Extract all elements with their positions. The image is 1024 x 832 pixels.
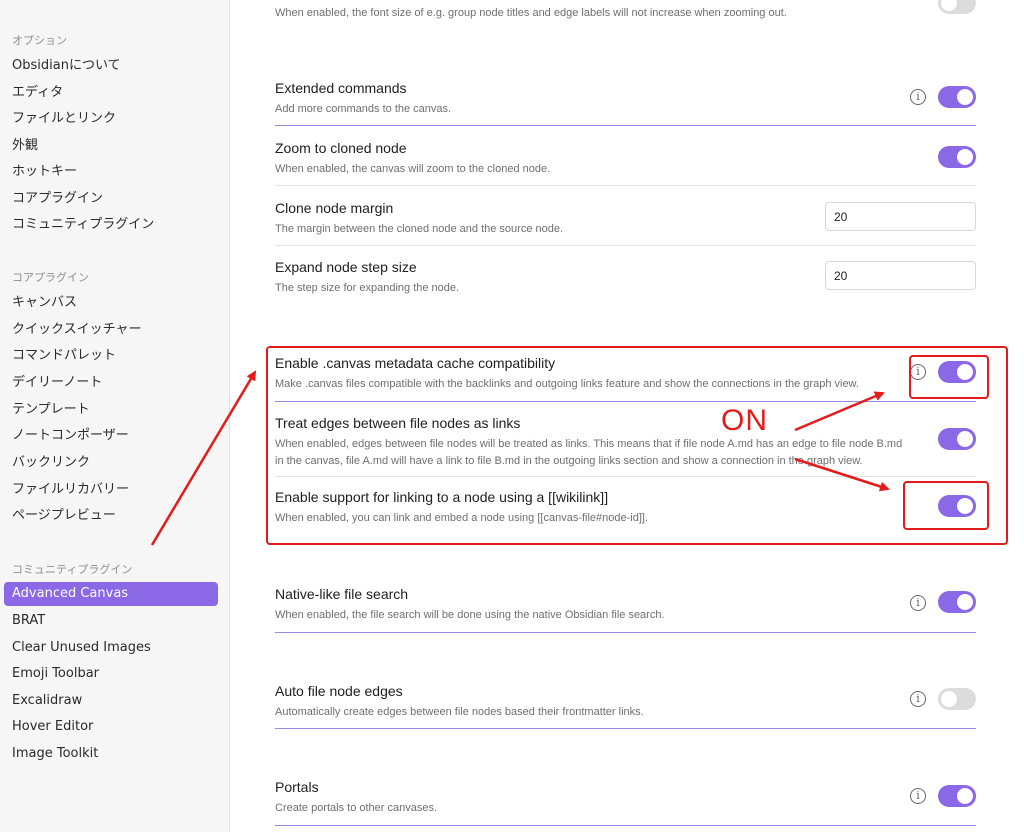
- zoom-cloned-toggle[interactable]: [938, 146, 976, 168]
- section-divider: [275, 632, 976, 633]
- sidebar-item-community-plugins[interactable]: コミュニティプラグイン: [4, 213, 218, 237]
- sidebar-item-editor[interactable]: エディタ: [4, 81, 218, 105]
- sidebar-item-daily-notes[interactable]: デイリーノート: [4, 371, 218, 395]
- sidebar-item-note-composer[interactable]: ノートコンポーザー: [4, 424, 218, 448]
- setting-desc: When enabled, the file search will be do…: [275, 609, 665, 621]
- sidebar-heading-options: オプション: [12, 34, 67, 47]
- sidebar-item-image-toolkit[interactable]: Image Toolkit: [4, 742, 218, 766]
- sidebar-item-excalidraw[interactable]: Excalidraw: [4, 689, 218, 713]
- annotation-toggle-box: [903, 481, 989, 530]
- info-icon[interactable]: i: [910, 788, 926, 804]
- info-icon[interactable]: i: [910, 691, 926, 707]
- info-icon[interactable]: i: [910, 89, 926, 105]
- setting-desc: The step size for expanding the node.: [275, 282, 460, 294]
- expand-step-input[interactable]: 20: [825, 261, 976, 290]
- top-partial-toggle[interactable]: [938, 0, 976, 14]
- sidebar-heading-community: コミュニティプラグイン: [12, 563, 133, 576]
- toggle-knob: [941, 691, 957, 707]
- setting-desc: Create portals to other canvases.: [275, 802, 438, 814]
- setting-desc: Automatically create edges between file …: [275, 706, 644, 718]
- sidebar-item-hotkeys[interactable]: ホットキー: [4, 160, 218, 184]
- setting-desc: When enabled, the canvas will zoom to th…: [275, 163, 551, 175]
- sidebar-item-file-recovery[interactable]: ファイルリカバリー: [4, 478, 218, 502]
- annotation-on-label: ON: [721, 404, 768, 437]
- setting-title: Zoom to cloned node: [275, 140, 407, 156]
- sidebar-item-about[interactable]: Obsidianについて: [4, 54, 218, 78]
- sidebar-item-core-plugins[interactable]: コアプラグイン: [4, 187, 218, 211]
- info-icon[interactable]: i: [910, 595, 926, 611]
- setting-title: Expand node step size: [275, 259, 417, 275]
- sidebar-heading-core: コアプラグイン: [12, 271, 89, 284]
- sidebar-item-hover-editor[interactable]: Hover Editor: [4, 715, 218, 739]
- native-search-toggle[interactable]: [938, 591, 976, 613]
- sidebar-item-appearance[interactable]: 外観: [4, 134, 218, 158]
- section-divider: [275, 125, 976, 126]
- section-divider: [275, 728, 976, 729]
- sidebar-item-clear-unused-images[interactable]: Clear Unused Images: [4, 636, 218, 660]
- sidebar-item-templates[interactable]: テンプレート: [4, 398, 218, 422]
- setting-desc: The margin between the cloned node and t…: [275, 223, 564, 235]
- toggle-knob: [957, 594, 973, 610]
- setting-title: Portals: [275, 779, 319, 795]
- sidebar-item-emoji-toolbar[interactable]: Emoji Toolbar: [4, 662, 218, 686]
- annotation-toggle-box: [909, 355, 989, 399]
- sidebar-item-canvas[interactable]: キャンバス: [4, 291, 218, 315]
- toggle-knob: [941, 0, 957, 11]
- setting-desc: Add more commands to the canvas.: [275, 103, 452, 115]
- setting-title: Clone node margin: [275, 200, 394, 216]
- portals-toggle[interactable]: [938, 785, 976, 807]
- auto-edges-toggle[interactable]: [938, 688, 976, 710]
- row-divider: [275, 245, 976, 246]
- setting-title: Native-like file search: [275, 586, 409, 602]
- toggle-knob: [957, 89, 973, 105]
- setting-desc: When enabled, the font size of e.g. grou…: [275, 7, 787, 19]
- extended-commands-toggle[interactable]: [938, 86, 976, 108]
- sidebar-item-command-palette[interactable]: コマンドパレット: [4, 344, 218, 368]
- sidebar-item-advanced-canvas[interactable]: Advanced Canvas: [4, 582, 218, 606]
- sidebar-item-quick-switcher[interactable]: クイックスイッチャー: [4, 318, 218, 342]
- settings-sidebar: オプション Obsidianについて エディタ ファイルとリンク 外観 ホットキ…: [0, 0, 230, 832]
- setting-title: Extended commands: [275, 80, 407, 96]
- section-divider: [275, 825, 976, 826]
- toggle-knob: [957, 788, 973, 804]
- sidebar-item-page-preview[interactable]: ページプレビュー: [4, 504, 218, 528]
- clone-margin-input[interactable]: 20: [825, 202, 976, 231]
- toggle-knob: [957, 149, 973, 165]
- sidebar-item-backlinks[interactable]: バックリンク: [4, 451, 218, 475]
- sidebar-item-brat[interactable]: BRAT: [4, 609, 218, 633]
- row-divider: [275, 185, 976, 186]
- annotation-highlight-box: [266, 346, 1008, 545]
- setting-title: Auto file node edges: [275, 683, 403, 699]
- sidebar-item-files-links[interactable]: ファイルとリンク: [4, 107, 218, 131]
